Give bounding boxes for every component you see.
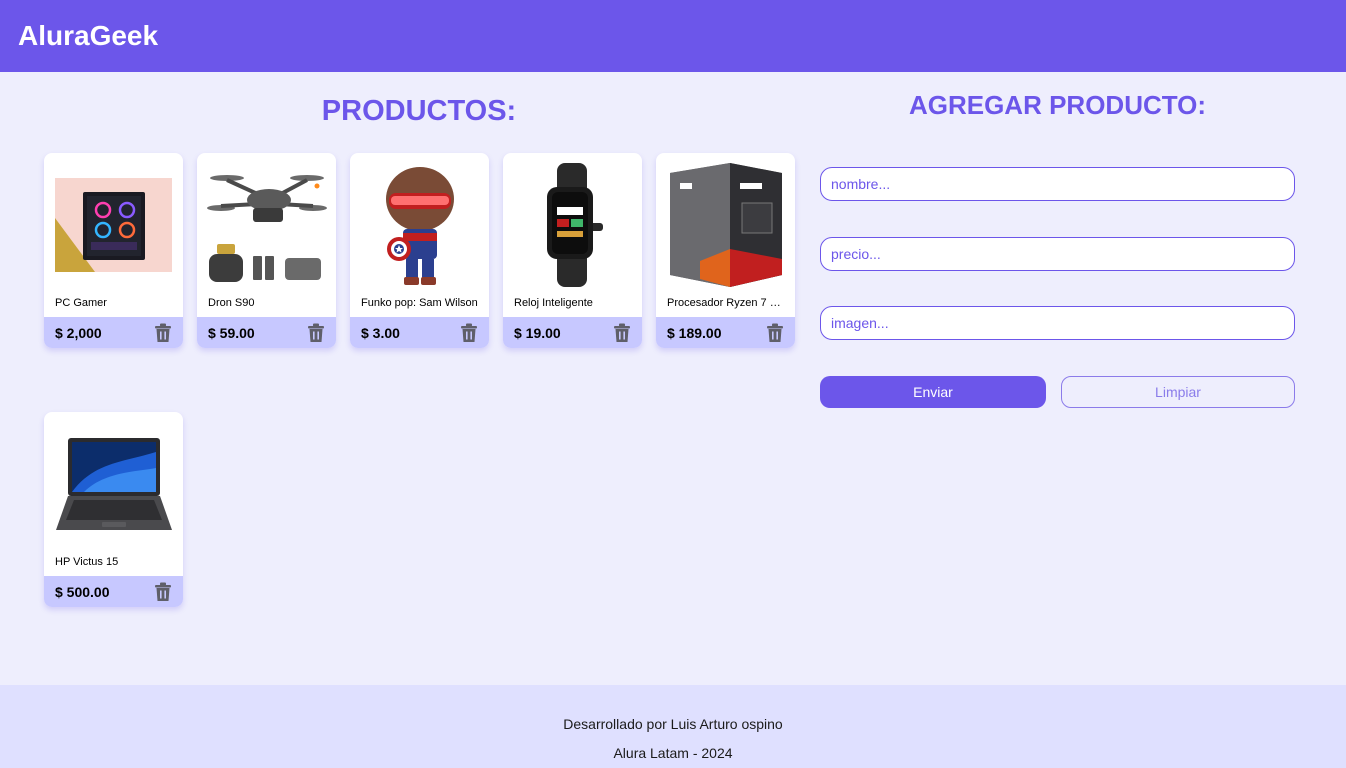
product-name: PC Gamer — [55, 297, 107, 309]
price-input[interactable] — [820, 237, 1295, 271]
product-image-funko — [350, 153, 489, 297]
product-card: Reloj Inteligente $ 19.00 — [503, 153, 642, 348]
footer-copyright: Alura Latam - 2024 — [613, 745, 733, 761]
product-name: Procesador Ryzen 7 5700X — [667, 297, 795, 309]
product-card: Procesador Ryzen 7 5700X $ 189.00 — [656, 153, 795, 348]
product-name: HP Victus 15 — [55, 556, 119, 568]
product-name: Reloj Inteligente — [514, 297, 593, 309]
product-price: $ 500.00 — [55, 583, 110, 600]
trash-icon[interactable] — [307, 323, 325, 343]
name-input[interactable] — [820, 167, 1295, 201]
product-card: Dron S90 $ 59.00 — [197, 153, 336, 348]
product-price: $ 19.00 — [514, 324, 561, 341]
site-header: AluraGeek — [0, 0, 1346, 72]
product-footer: $ 500.00 — [44, 576, 183, 607]
submit-button[interactable]: Enviar — [820, 376, 1046, 408]
product-list: PC Gamer $ 2,000 Dron S90 $ 59.00 Funko … — [44, 153, 804, 607]
product-price: $ 189.00 — [667, 324, 722, 341]
site-footer: Desarrollado por Luis Arturo ospino Alur… — [0, 685, 1346, 768]
product-price: $ 2,000 — [55, 324, 102, 341]
products-title: PRODUCTOS: — [321, 95, 517, 127]
product-card: PC Gamer $ 2,000 — [44, 153, 183, 348]
product-footer: $ 59.00 — [197, 317, 336, 348]
trash-icon[interactable] — [154, 323, 172, 343]
product-footer: $ 2,000 — [44, 317, 183, 348]
product-image-smartwatch — [503, 153, 642, 297]
product-card: HP Victus 15 $ 500.00 — [44, 412, 183, 607]
product-footer: $ 3.00 — [350, 317, 489, 348]
product-footer: $ 189.00 — [656, 317, 795, 348]
product-price: $ 3.00 — [361, 324, 400, 341]
trash-icon[interactable] — [613, 323, 631, 343]
footer-credit: Desarrollado por Luis Arturo ospino — [563, 716, 783, 732]
product-price: $ 59.00 — [208, 324, 255, 341]
product-card: Funko pop: Sam Wilson $ 3.00 — [350, 153, 489, 348]
product-footer: $ 19.00 — [503, 317, 642, 348]
trash-icon[interactable] — [766, 323, 784, 343]
clear-button[interactable]: Limpiar — [1061, 376, 1295, 408]
site-logo[interactable]: AluraGeek — [18, 20, 158, 52]
trash-icon[interactable] — [154, 582, 172, 602]
product-image-drone — [197, 153, 336, 297]
product-name: Funko pop: Sam Wilson — [361, 297, 478, 309]
product-image-ryzen-box — [656, 153, 795, 297]
trash-icon[interactable] — [460, 323, 478, 343]
add-product-title: AGREGAR PRODUCTO: — [908, 90, 1207, 120]
product-name: Dron S90 — [208, 297, 255, 309]
product-image-laptop — [44, 412, 183, 556]
image-input[interactable] — [820, 306, 1295, 340]
product-image-pc-gamer — [44, 153, 183, 297]
